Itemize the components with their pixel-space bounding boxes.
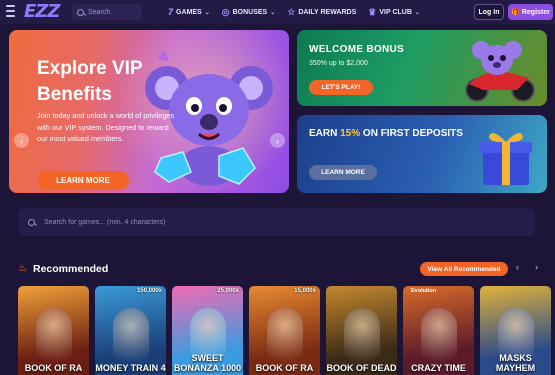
hero-prev-arrow[interactable]: ‹ — [14, 133, 29, 148]
game-tile[interactable]: 150,000x MONEY TRAIN 4 — [95, 286, 166, 375]
game-max-win: 25,000x — [217, 288, 239, 294]
nav-daily-rewards-label: DAILY REWARDS — [298, 8, 357, 16]
nav-games[interactable]: 7 GAMES ⌄ — [168, 7, 210, 17]
game-title: MASKS MAYHEM — [495, 353, 536, 373]
game-title: BOOK OF RA — [255, 363, 314, 373]
game-artwork — [113, 308, 149, 368]
main-nav: 7 GAMES ⌄ ◎ BONUSES ⌄ ☆ DAILY REWARDS ♛ … — [168, 0, 420, 24]
crown-icon: ♛ — [368, 6, 377, 17]
header-search-placeholder: Search — [88, 8, 111, 16]
game-max-win: 150,000x — [136, 288, 162, 294]
deposit-title-percent: 15% — [340, 128, 361, 139]
lets-play-button[interactable]: LET'S PLAY! — [309, 80, 373, 95]
gift-icon: 🎁 — [511, 9, 520, 16]
game-tile[interactable]: MASKS MAYHEM — [480, 286, 551, 375]
top-header: EZZ Search 7 GAMES ⌄ ◎ BONUSES ⌄ ☆ DAILY… — [0, 0, 555, 24]
welcome-bonus-title: WELCOME BONUS — [309, 44, 405, 55]
game-title: CRAZY TIME — [411, 363, 466, 373]
nav-bonuses[interactable]: ◎ BONUSES ⌄ — [222, 7, 276, 18]
nav-vip-club[interactable]: ♛ VIP CLUB ⌄ — [368, 7, 420, 18]
game-title: BOOK OF DEAD — [326, 363, 397, 373]
deposit-promo-card[interactable]: EARN 15% ON FIRST DEPOSITS LEARN MORE — [297, 115, 547, 193]
view-all-recommended-button[interactable]: View All Recommended — [420, 262, 508, 276]
deposit-title-suffix: ON FIRST DEPOSITS — [360, 128, 463, 139]
hero-next-arrow[interactable]: › — [270, 133, 285, 148]
nav-vip-club-label: VIP CLUB — [379, 8, 412, 16]
game-tile[interactable]: Evolution CRAZY TIME — [403, 286, 474, 375]
game-search-input[interactable]: Search for games... (min. 4 characters) — [18, 208, 535, 236]
search-icon — [28, 218, 35, 226]
register-button[interactable]: 🎁 Register — [508, 4, 553, 20]
hero-title: Explore VIP Benefits — [37, 58, 143, 105]
game-tile[interactable]: 25,000x SWEET BONANZA 1000 — [172, 286, 243, 375]
game-provider-tag: Evolution — [411, 288, 437, 294]
fire-icon: ♨ — [18, 263, 27, 274]
game-artwork — [267, 308, 303, 368]
game-max-win: 15,000x — [294, 288, 316, 294]
welcome-bonus-subtitle: 350% up to $2,000 — [309, 60, 368, 67]
game-title: SWEET BONANZA 1000 — [173, 353, 242, 373]
welcome-bonus-card[interactable]: WELCOME BONUS 350% up to $2,000 LET'S PL… — [297, 30, 547, 106]
game-tile[interactable]: 15,000x BOOK OF RA — [249, 286, 320, 375]
game-title: MONEY TRAIN 4 — [95, 363, 166, 373]
nav-daily-rewards[interactable]: ☆ DAILY REWARDS — [287, 7, 356, 18]
hero-banner: ‹ › Explore VIP Benefits Join today and … — [9, 30, 289, 193]
register-label: Register — [521, 8, 550, 16]
login-button[interactable]: Log In — [474, 4, 504, 20]
game-tile[interactable]: BOOK OF DEAD — [326, 286, 397, 375]
deposit-learn-more-button[interactable]: LEARN MORE — [309, 165, 377, 180]
chevron-down-icon: ⌄ — [270, 9, 276, 16]
deposit-promo-title: EARN 15% ON FIRST DEPOSITS — [309, 128, 463, 139]
deposit-title-prefix: EARN — [309, 128, 341, 139]
site-logo[interactable]: EZZ — [24, 1, 60, 22]
nav-bonuses-label: BONUSES — [232, 8, 268, 16]
chevron-left-icon[interactable]: ‹ — [516, 262, 519, 272]
hero-learn-more-button[interactable]: LEARN MORE — [37, 171, 129, 190]
game-tile[interactable]: BOOK OF RA — [18, 286, 89, 375]
chevron-down-icon: ⌄ — [414, 9, 420, 16]
search-icon — [77, 8, 84, 16]
header-search-input[interactable]: Search — [72, 4, 142, 20]
seven-icon: 7 — [168, 7, 174, 17]
game-artwork — [36, 308, 72, 368]
nav-games-label: GAMES — [176, 8, 202, 16]
hamburger-menu-icon[interactable] — [6, 5, 15, 17]
game-artwork — [344, 308, 380, 368]
hero-description: Join today and unlock a world of privile… — [37, 111, 175, 143]
star-icon: ☆ — [287, 6, 296, 17]
chevron-right-icon[interactable]: › — [535, 262, 538, 272]
gift-box-image — [480, 133, 532, 185]
koala-motorbike-image — [465, 41, 535, 102]
game-artwork — [421, 308, 457, 368]
coin-icon: ◎ — [221, 6, 230, 17]
chevron-down-icon: ⌄ — [204, 9, 210, 16]
recommended-title: Recommended — [33, 263, 109, 275]
game-title: BOOK OF RA — [24, 363, 83, 373]
game-search-placeholder: Search for games... (min. 4 characters) — [44, 218, 166, 226]
